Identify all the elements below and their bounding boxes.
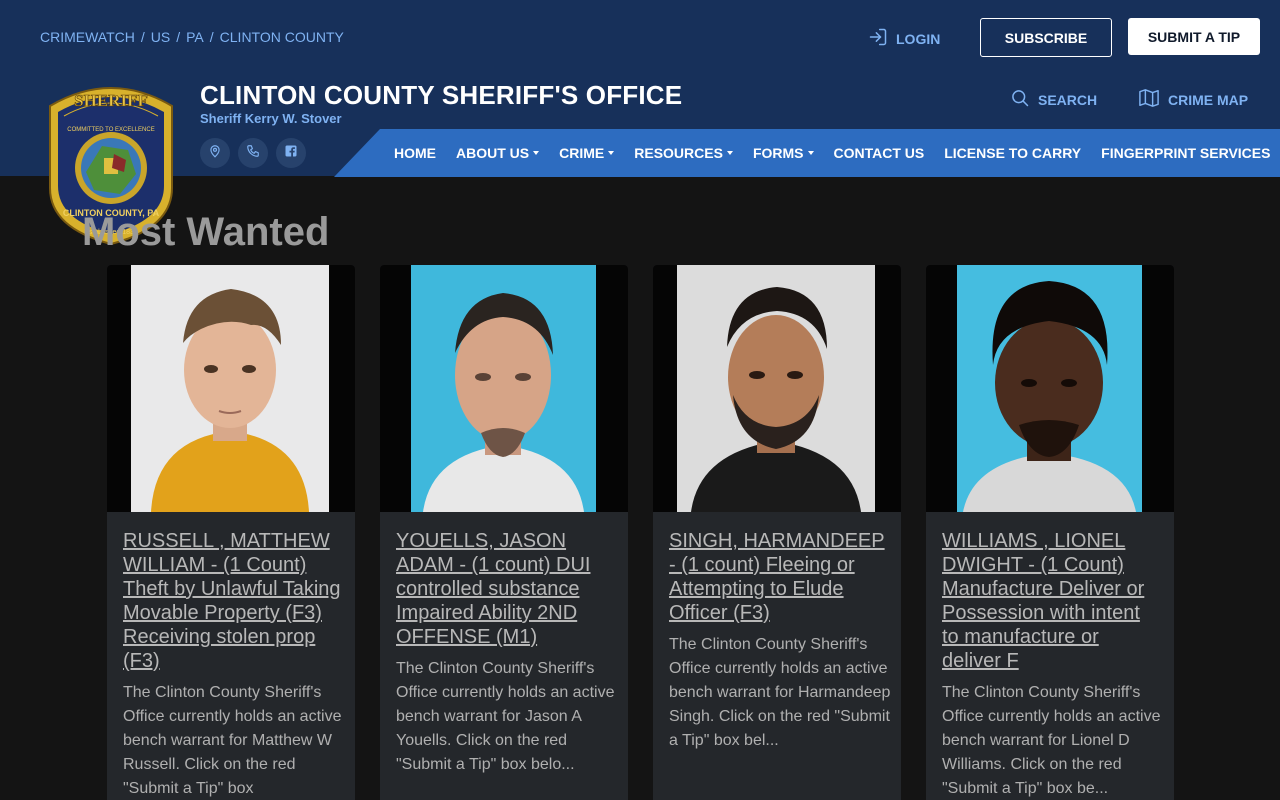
wanted-card[interactable]: RUSSELL , MATTHEW WILLIAM - (1 Count) Th… — [107, 265, 355, 800]
nav-fingerprint-services-label: FINGERPRINT SERVICES — [1101, 145, 1271, 161]
nav-contact-us[interactable]: CONTACT US — [834, 145, 925, 161]
wanted-description: The Clinton County Sheriff's Office curr… — [123, 684, 342, 797]
wanted-title-link[interactable]: SINGH, HARMANDEEP - (1 count) Fleeing or… — [669, 529, 889, 625]
phone-icon — [246, 144, 260, 163]
map-icon — [1138, 88, 1160, 111]
nav-home-label: HOME — [394, 145, 436, 161]
breadcrumb-separator: / — [176, 29, 181, 45]
breadcrumb-separator: / — [209, 29, 214, 45]
wanted-title-link[interactable]: WILLIAMS , LIONEL DWIGHT - (1 Count) Man… — [942, 529, 1162, 673]
nav-forms-label: FORMS — [752, 145, 804, 161]
login-icon — [868, 27, 888, 50]
nav-contact-us-label: CONTACT US — [833, 145, 925, 161]
breadcrumb-clinton-county[interactable]: CLINTON COUNTY — [220, 29, 344, 45]
login-label: LOGIN — [896, 30, 941, 47]
badge-band-text: COMMITTED TO EXCELLENCE — [67, 127, 154, 133]
location-pin-icon — [208, 144, 222, 163]
site-subtitle: Sheriff Kerry W. Stover — [200, 111, 342, 126]
login-link[interactable]: LOGIN — [868, 27, 940, 50]
page-title: Most Wanted — [82, 210, 330, 254]
mugshot-image[interactable] — [957, 265, 1142, 512]
nav-home[interactable]: HOME — [394, 145, 436, 161]
main-nav: HOME ABOUT US CRIME RESOURCES FORMS CONT… — [394, 129, 1280, 177]
chevron-down-icon — [533, 151, 540, 155]
nav-crime[interactable]: CRIME — [559, 145, 615, 161]
wanted-card[interactable]: WILLIAMS , LIONEL DWIGHT - (1 Count) Man… — [926, 265, 1174, 800]
wanted-title-link[interactable]: YOUELLS, JASON ADAM - (1 count) DUI cont… — [396, 529, 616, 649]
nav-license-to-carry-label: LICENSE TO CARRY — [944, 145, 1082, 161]
subscribe-button[interactable]: SUBSCRIBE — [980, 18, 1112, 57]
facebook-icon — [285, 144, 297, 162]
mugshot-frame — [107, 265, 355, 512]
nav-about-us[interactable]: ABOUT US — [456, 145, 540, 161]
crime-map-label: CRIME MAP — [1168, 91, 1249, 108]
facebook-button[interactable] — [276, 138, 306, 168]
search-label: SEARCH — [1038, 91, 1098, 108]
wanted-card[interactable]: SINGH, HARMANDEEP - (1 count) Fleeing or… — [653, 265, 901, 800]
breadcrumb-separator: / — [140, 29, 145, 45]
breadcrumb-us[interactable]: US — [151, 29, 170, 45]
breadcrumb: CRIMEWATCH / US / PA / CLINTON COUNTY — [40, 29, 344, 45]
nav-forms[interactable]: FORMS — [753, 145, 814, 161]
nav-resources-label: RESOURCES — [634, 145, 723, 161]
nav-crime-label: CRIME — [559, 145, 605, 161]
submit-tip-button[interactable]: SUBMIT A TIP — [1128, 18, 1260, 55]
wanted-description: The Clinton County Sheriff's Office curr… — [942, 684, 1161, 797]
site-title[interactable]: CLINTON COUNTY SHERIFF'S OFFICE — [200, 80, 682, 111]
mugshot-frame — [926, 265, 1174, 512]
breadcrumb-crimewatch[interactable]: CRIMEWATCH — [40, 29, 135, 45]
search-icon — [1010, 88, 1030, 111]
nav-license-to-carry[interactable]: LICENSE TO CARRY — [944, 145, 1081, 161]
wanted-card[interactable]: YOUELLS, JASON ADAM - (1 count) DUI cont… — [380, 265, 628, 800]
chevron-down-icon — [608, 151, 615, 155]
mugshot-frame — [380, 265, 628, 512]
mugshot-image[interactable] — [411, 265, 596, 512]
mugshot-frame — [653, 265, 901, 512]
badge-top-text: SHERIFF — [74, 91, 148, 110]
mugshot-image[interactable] — [131, 265, 329, 512]
chevron-down-icon — [726, 151, 733, 155]
nav-about-us-label: ABOUT US — [456, 145, 530, 161]
location-button[interactable] — [200, 138, 230, 168]
breadcrumb-pa[interactable]: PA — [186, 29, 204, 45]
nav-fingerprint-services[interactable]: FINGERPRINT SERVICES — [1101, 145, 1270, 161]
mugshot-image[interactable] — [677, 265, 875, 512]
chevron-down-icon — [807, 151, 814, 155]
wanted-description: The Clinton County Sheriff's Office curr… — [669, 636, 891, 749]
wanted-title-link[interactable]: RUSSELL , MATTHEW WILLIAM - (1 Count) Th… — [123, 529, 343, 673]
nav-resources[interactable]: RESOURCES — [634, 145, 733, 161]
crime-map-button[interactable]: CRIME MAP — [1138, 88, 1248, 111]
wanted-description: The Clinton County Sheriff's Office curr… — [396, 660, 615, 773]
phone-button[interactable] — [238, 138, 268, 168]
search-button[interactable]: SEARCH — [1010, 88, 1097, 111]
